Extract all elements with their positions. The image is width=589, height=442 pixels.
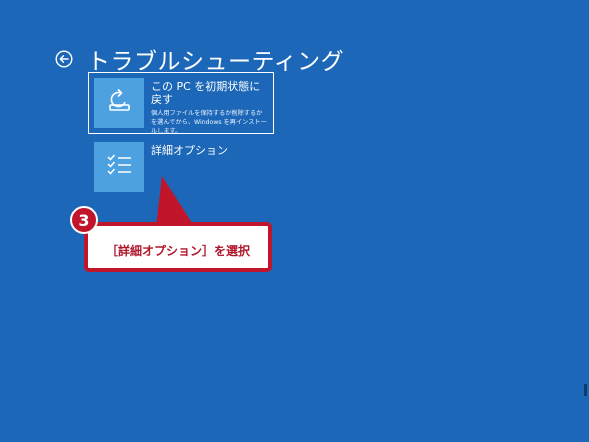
edge-divider xyxy=(584,384,587,396)
reset-pc-icon xyxy=(104,86,134,120)
advanced-options-title: 詳細オプション xyxy=(151,144,228,157)
reset-pc-option[interactable]: この PC を初期状態に戻す 個人用ファイルを保持するか削除するかを選んでから、… xyxy=(88,72,274,135)
reset-pc-title: この PC を初期状態に戻す xyxy=(151,80,261,106)
back-arrow-circle-icon[interactable] xyxy=(55,50,73,68)
advanced-options-option[interactable]: 詳細オプション xyxy=(94,142,228,192)
advanced-options-tile xyxy=(94,142,144,192)
step-badge: 3 xyxy=(70,206,98,234)
reset-pc-tile xyxy=(94,78,144,128)
annotation-callout: ［詳細オプション］を選択 xyxy=(84,222,272,272)
reset-pc-description: 個人用ファイルを保持するか削除するかを選んでから、Windows を再インストー… xyxy=(151,110,267,135)
annotation-text: ［詳細オプション］を選択 xyxy=(105,243,250,258)
checklist-icon xyxy=(104,150,134,184)
